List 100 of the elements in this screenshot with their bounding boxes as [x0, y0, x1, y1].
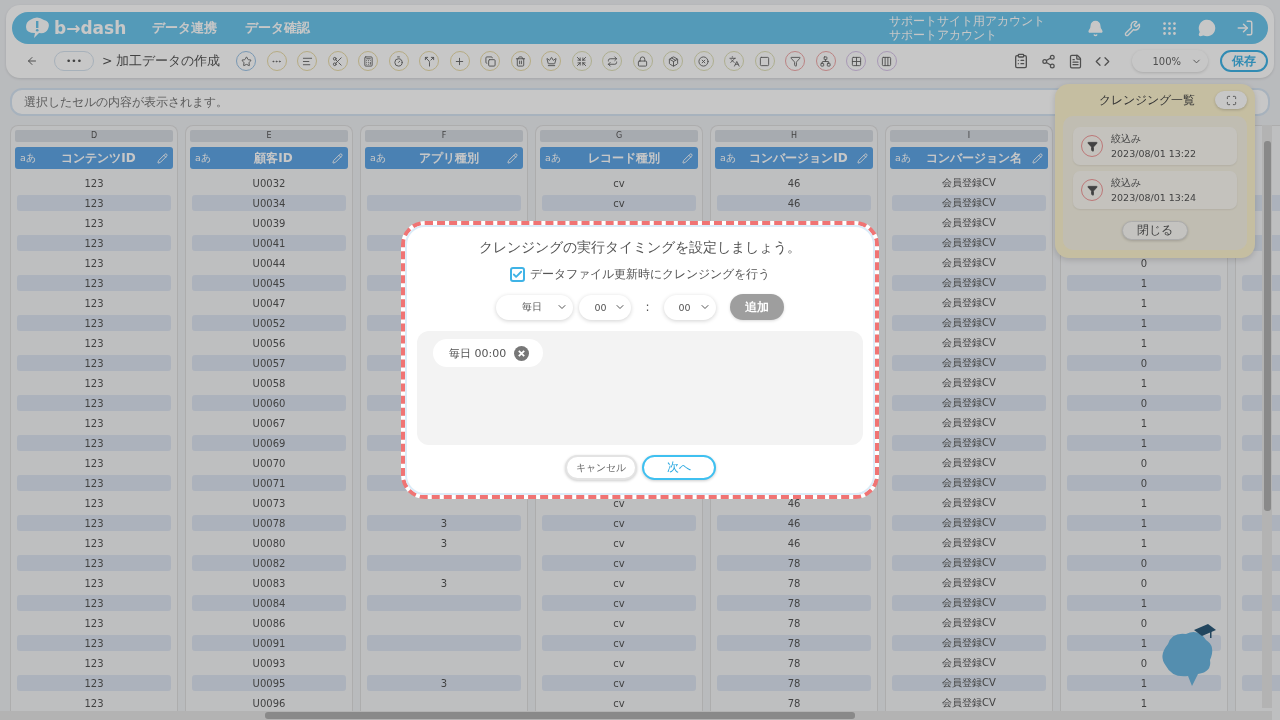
table-cell: 123 [17, 235, 171, 251]
table-cell-text: 1 [1139, 376, 1149, 391]
table-cell-text: 会員登録CV [941, 496, 997, 510]
column-header[interactable]: aあ アプリ種別 [365, 147, 523, 169]
cancel-button[interactable]: キャンセル [564, 455, 637, 480]
split-icon [423, 55, 435, 67]
table-cell: 123 [17, 435, 171, 451]
hour-select[interactable]: 00 [579, 294, 632, 320]
translate-button[interactable] [724, 51, 745, 71]
nav-link[interactable]: データ確認 [245, 19, 311, 37]
chat-bubble-icon[interactable] [1198, 19, 1216, 37]
grid-icon[interactable] [1161, 19, 1178, 37]
back-arrow-icon[interactable] [26, 55, 38, 67]
zoom-select[interactable]: 100% [1132, 50, 1208, 72]
crown-button[interactable] [541, 51, 562, 71]
table-cell-text: 1 [1139, 336, 1149, 351]
column-header[interactable]: aあ コンバージョンID [715, 147, 873, 169]
close-button[interactable]: 閉じる [1122, 221, 1188, 240]
pencil-icon[interactable] [507, 152, 518, 164]
expand-icon [1225, 94, 1237, 106]
pencil-icon[interactable] [857, 152, 868, 164]
cleansing-item[interactable]: 絞込み 2023/08/01 13:22 [1073, 127, 1237, 165]
remove-icon[interactable] [514, 345, 530, 361]
pencil-icon[interactable] [1032, 152, 1043, 164]
share-icon[interactable] [1041, 53, 1056, 69]
column-header[interactable]: aあ コンテンツID [15, 147, 173, 169]
sign-in-icon[interactable] [1236, 19, 1254, 37]
table-cell-text: 123 [83, 656, 105, 671]
columns-icon [881, 55, 893, 67]
split-button[interactable] [419, 51, 440, 71]
star-button[interactable] [236, 51, 257, 71]
next-button[interactable]: 次へ [641, 455, 716, 480]
table-cell: 78 [717, 595, 871, 611]
lock-button[interactable] [632, 51, 653, 71]
table-cell-text: U0073 [251, 496, 287, 511]
shrink-button[interactable] [571, 51, 592, 71]
table-cell-text: 会員登録CV [941, 696, 997, 710]
clipboard-icon[interactable] [1013, 53, 1029, 69]
table-cell: 123 [17, 555, 171, 571]
lines-button[interactable] [297, 51, 318, 71]
file-icon[interactable] [1068, 53, 1083, 69]
column-header[interactable]: aあ 顧客ID [190, 147, 348, 169]
column-letter: F [365, 130, 523, 142]
vertical-scrollbar[interactable] [1262, 125, 1272, 708]
calculator-button[interactable] [358, 51, 379, 71]
network-button[interactable] [815, 51, 836, 71]
timer-icon [393, 55, 405, 67]
table-cell: 0 [1067, 395, 1221, 411]
timer-button[interactable] [388, 51, 409, 71]
repeat-button[interactable] [602, 51, 623, 71]
table-cell: 123 [17, 395, 171, 411]
table-cell: 123 [17, 635, 171, 651]
pencil-icon[interactable] [332, 152, 343, 164]
filter-button[interactable] [785, 51, 806, 71]
bell-icon[interactable] [1087, 19, 1104, 37]
table-cell: 会員登録CV [892, 435, 1046, 451]
panel-title: クレンジング一覧 [1099, 91, 1195, 109]
time-separator: : [645, 300, 650, 314]
horizontal-scrollbar[interactable] [0, 711, 1272, 720]
cleansing-item[interactable]: 絞込み 2023/08/01 13:24 [1073, 171, 1237, 209]
table-cell-text: 3 [439, 576, 449, 591]
pencil-icon[interactable] [682, 152, 693, 164]
cleansing-action: 絞込み [1111, 132, 1142, 146]
square-button[interactable] [754, 51, 775, 71]
frequency-select[interactable]: 毎日 [496, 294, 574, 320]
pencil-icon[interactable] [157, 152, 168, 164]
type-label: aあ [20, 151, 37, 165]
table-cell-text: 0 [1139, 616, 1149, 631]
columns-button[interactable] [876, 51, 897, 71]
table-cell: U0082 [192, 555, 346, 571]
table-cell: 1 [1067, 675, 1221, 691]
trash-button[interactable] [510, 51, 531, 71]
x-circle-button[interactable] [693, 51, 714, 71]
table-cell: 0 [1067, 355, 1221, 371]
trash-icon [515, 55, 527, 67]
column-header[interactable]: aあ レコード種別 [540, 147, 698, 169]
table-cell-text: 3 [439, 536, 449, 551]
logo-text: b→dash [54, 18, 127, 38]
expand-button[interactable] [1215, 91, 1247, 109]
cleansing-action: 絞込み [1111, 176, 1142, 190]
more-button[interactable]: ••• [54, 51, 94, 71]
table-cell-text: 123 [83, 336, 105, 351]
grid-button[interactable] [846, 51, 867, 71]
table-cell-text: 78 [786, 576, 802, 591]
copy-button[interactable] [480, 51, 501, 71]
cleansing-time: 2023/08/01 13:24 [1111, 191, 1197, 205]
table-cell-text: 会員登録CV [941, 296, 997, 310]
plus-button[interactable] [449, 51, 470, 71]
table-cell: 1 [1067, 275, 1221, 291]
minute-select[interactable]: 00 [663, 294, 716, 320]
scissors-button[interactable] [327, 51, 348, 71]
table-cell-text: 会員登録CV [941, 216, 997, 230]
box-button[interactable] [663, 51, 684, 71]
save-button[interactable]: 保存 [1220, 50, 1268, 72]
table-cell: U0069 [192, 435, 346, 451]
table-cell: 123 [17, 595, 171, 611]
nav-link[interactable]: データ連携 [152, 19, 218, 37]
column-header[interactable]: aあ コンバージョン名 [890, 147, 1048, 169]
wrench-icon[interactable] [1124, 19, 1141, 37]
checkbox[interactable] [510, 267, 525, 282]
